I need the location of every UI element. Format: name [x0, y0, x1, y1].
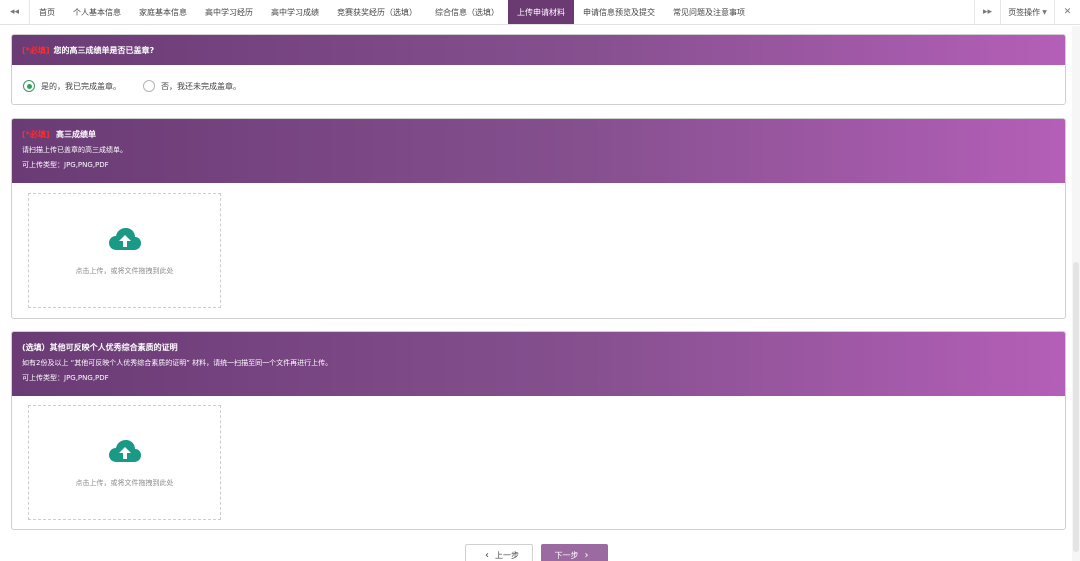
radio-option-yes[interactable]: 是的，我已完成盖章。 [23, 80, 121, 92]
transcript-upload-panel: [*必填] 高三成绩单 请扫描上传已盖章的高三成绩单。 可上传类型：JPG,PN… [11, 118, 1066, 319]
tab-faq[interactable]: 常见问题及注意事项 [664, 0, 754, 24]
tab-upload-materials[interactable]: 上传申请材料 [508, 0, 574, 24]
transcript-dropzone[interactable]: 点击上传，或将文件拖拽到此处 [28, 193, 221, 308]
radio-group: 是的，我已完成盖章。 否，我还未完成盖章。 [12, 65, 1065, 92]
scrollbar-thumb[interactable] [1073, 262, 1079, 552]
tab-operations-dropdown[interactable]: 页签操作 ▼ [1000, 0, 1054, 24]
cloud-upload-icon [108, 226, 142, 254]
allowed-file-types: 可上传类型：JPG,PNG,PDF [22, 374, 109, 382]
next-step-label: 下一步 [554, 550, 579, 560]
caret-down-icon: ▼ [1042, 8, 1047, 16]
panel-header: (选填）其他可反映个人优秀综合素质的证明 如有2份及以上 “其他可反映个人优秀综… [12, 332, 1065, 396]
required-mark: [*必填] [22, 130, 50, 139]
double-left-arrow-icon: ◂◂ [9, 7, 20, 17]
tab-list: 首页 个人基本信息 家庭基本信息 高中学习经历 高中学习成绩 竞赛获奖经历（选填… [30, 0, 974, 24]
radio-option-no[interactable]: 否，我还未完成盖章。 [143, 80, 241, 92]
radio-label: 是的，我已完成盖章。 [41, 81, 121, 91]
tab-preview-submit[interactable]: 申请信息预览及提交 [574, 0, 664, 24]
tab-competition-awards[interactable]: 竞赛获奖经历（选填） [328, 0, 426, 24]
tab-personal-info[interactable]: 个人基本信息 [64, 0, 130, 24]
panel-description: 如有2份及以上 “其他可反映个人优秀综合素质的证明” 材料，请统一扫描至同一个文… [22, 359, 333, 367]
upload-hint: 点击上传，或将文件拖拽到此处 [75, 266, 174, 275]
radio-unchecked-icon[interactable] [143, 80, 155, 92]
radio-checked-icon[interactable] [23, 80, 35, 92]
panel-title: 您的高三成绩单是否已盖章? [53, 45, 155, 55]
upload-hint: 点击上传，或将文件拖拽到此处 [75, 478, 174, 487]
tab-highschool-grades[interactable]: 高中学习成绩 [262, 0, 328, 24]
cloud-upload-icon [108, 438, 142, 466]
stamp-question-panel: [*必填] 您的高三成绩单是否已盖章? 是的，我已完成盖章。 否，我还未完成盖章… [11, 34, 1066, 105]
tab-family-info[interactable]: 家庭基本信息 [130, 0, 196, 24]
panel-description: 请扫描上传已盖章的高三成绩单。 [22, 146, 127, 154]
optional-proof-upload-panel: (选填）其他可反映个人优秀综合素质的证明 如有2份及以上 “其他可反映个人优秀综… [11, 331, 1066, 530]
panel-title: (选填）其他可反映个人优秀综合素质的证明 [22, 343, 178, 352]
panel-title: 高三成绩单 [56, 130, 97, 139]
optional-proof-dropzone[interactable]: 点击上传，或将文件拖拽到此处 [28, 405, 221, 520]
tab-scroll-right-button[interactable]: ▸▸ [974, 0, 1000, 24]
tab-home[interactable]: 首页 [30, 0, 64, 24]
previous-step-label: 上一步 [495, 550, 519, 560]
chevron-left-icon: ‹ [485, 549, 489, 561]
tab-highschool-history[interactable]: 高中学习经历 [196, 0, 262, 24]
tab-scroll-left-button[interactable]: ◂◂ [0, 0, 30, 24]
tab-operations-label: 页签操作 [1008, 7, 1041, 17]
required-mark: [*必填] [22, 45, 50, 55]
tab-bar: ◂◂ 首页 个人基本信息 家庭基本信息 高中学习经历 高中学习成绩 竞赛获奖经历… [0, 0, 1080, 25]
panel-header: [*必填] 您的高三成绩单是否已盖章? [12, 35, 1065, 65]
allowed-file-types: 可上传类型：JPG,PNG,PDF [22, 161, 109, 169]
next-step-button[interactable]: 下一步 › [541, 544, 608, 561]
fullscreen-button[interactable]: ✕ [1054, 0, 1080, 24]
previous-step-button[interactable]: ‹ 上一步 [465, 544, 533, 561]
tab-comprehensive-info[interactable]: 综合信息（选填） [426, 0, 508, 24]
radio-label: 否，我还未完成盖章。 [161, 81, 241, 91]
chevron-right-icon: › [584, 549, 589, 561]
panel-header: [*必填] 高三成绩单 请扫描上传已盖章的高三成绩单。 可上传类型：JPG,PN… [12, 119, 1065, 183]
close-all-icon: ✕ [1063, 7, 1072, 17]
double-right-arrow-icon: ▸▸ [982, 7, 993, 17]
